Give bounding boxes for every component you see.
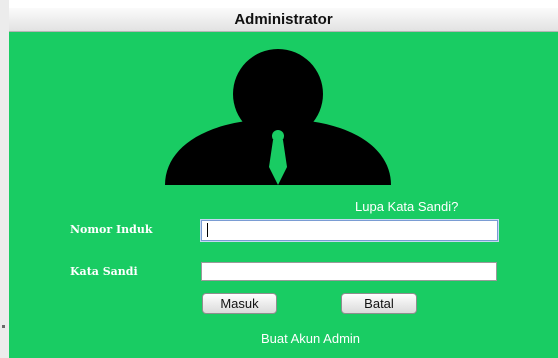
id-number-input[interactable] — [201, 220, 498, 241]
background-window-edge — [0, 0, 9, 358]
login-panel: Lupa Kata Sandi? Nomor Induk Kata Sandi … — [9, 32, 558, 358]
login-button[interactable]: Masuk — [202, 293, 277, 314]
admin-user-icon — [165, 49, 391, 185]
administrator-window: Administrator Lupa Kata Sandi? Nomor Ind… — [9, 0, 558, 358]
create-admin-account-link[interactable]: Buat Akun Admin — [261, 331, 360, 346]
edge-mark — [2, 325, 5, 328]
password-label: Kata Sandi — [70, 265, 138, 278]
text-cursor — [207, 223, 208, 237]
forgot-password-link[interactable]: Lupa Kata Sandi? — [355, 199, 458, 214]
id-number-label: Nomor Induk — [70, 223, 153, 236]
cancel-button[interactable]: Batal — [341, 293, 417, 314]
password-input[interactable] — [201, 262, 497, 281]
window-title: Administrator — [9, 8, 558, 32]
avatar-tie-knot — [272, 130, 284, 142]
